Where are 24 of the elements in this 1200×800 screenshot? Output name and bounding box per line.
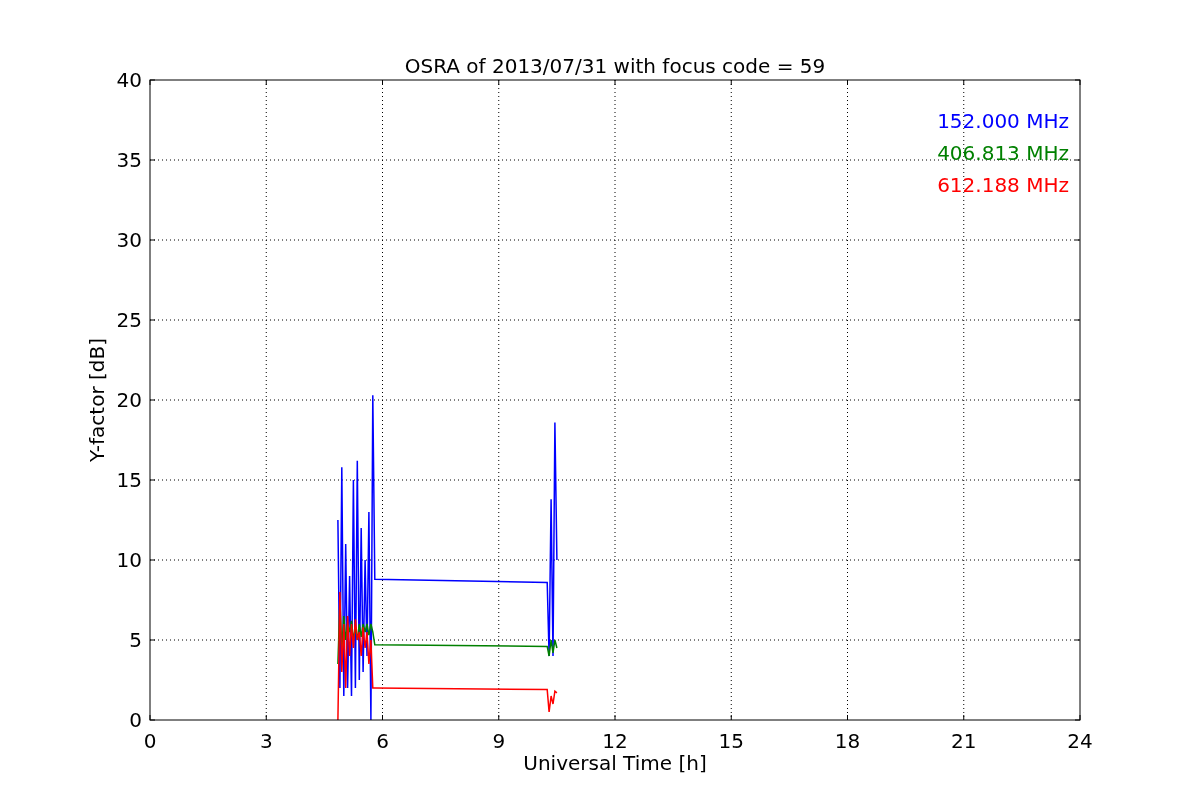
tick-label: 21 (951, 729, 977, 753)
tick-label: 18 (834, 729, 861, 753)
tick-label: 0 (143, 729, 157, 753)
tick-label: 40 (116, 68, 142, 92)
legend-label: 612.188 MHz (937, 173, 1069, 197)
tick-label: 24 (1067, 729, 1093, 753)
y-axis-label: Y-factor [dB] (85, 338, 109, 462)
tick-label: 10 (116, 548, 142, 572)
legend-label: 152.000 MHz (937, 109, 1069, 133)
tick-label: 5 (129, 628, 142, 652)
tick-label: 25 (116, 308, 142, 332)
chart-title: OSRA of 2013/07/31 with focus code = 59 (404, 54, 826, 78)
x-axis-label: Universal Time [h] (523, 751, 707, 775)
tick-label: 3 (259, 729, 273, 753)
tick-label: 15 (116, 468, 142, 492)
tick-label: 0 (129, 708, 142, 732)
legend-label: 406.813 MHz (937, 141, 1069, 165)
tick-label: 9 (492, 729, 506, 753)
tick-label: 20 (116, 388, 142, 412)
tick-label: 35 (116, 148, 142, 172)
tick-label: 30 (116, 228, 142, 252)
tick-label: 12 (602, 729, 628, 753)
tick-label: 15 (718, 729, 744, 753)
tick-label: 6 (376, 729, 389, 753)
